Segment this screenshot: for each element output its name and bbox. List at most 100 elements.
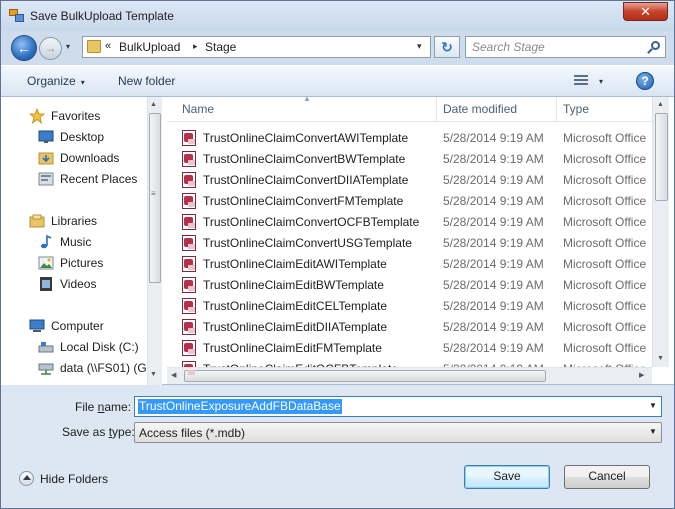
file-row[interactable]: TrustOnlineClaimEditCELTemplate 5/28/2014… (167, 296, 652, 317)
sidebar-item-network-drive[interactable]: data (\\FS01) (G: (38, 359, 150, 377)
save-as-type-value: Access files (*.mdb) (139, 426, 246, 440)
file-date: 5/28/2014 9:19 AM (443, 341, 544, 355)
file-row[interactable]: TrustOnlineClaimConvertAWITemplate 5/28/2… (167, 128, 652, 149)
access-file-icon (182, 256, 196, 272)
address-dropdown-arrow[interactable]: ▾ (417, 41, 422, 52)
sidebar-item-videos[interactable]: Videos (38, 275, 96, 293)
column-name[interactable]: Name (182, 102, 214, 116)
search-placeholder: Search Stage (472, 40, 545, 54)
sidebar-item-label: data (\\FS01) (G: (60, 361, 151, 375)
address-bar[interactable]: « BulkUpload ▸ Stage ▾ (82, 36, 431, 58)
file-row[interactable]: TrustOnlineClaimConvertOCFBTemplate 5/28/… (167, 212, 652, 233)
breadcrumb-stage[interactable]: Stage (205, 40, 236, 54)
sidebar-favorites[interactable]: Favorites (28, 107, 101, 125)
column-type[interactable]: Type (563, 102, 589, 116)
chevron-down-icon[interactable]: ▼ (649, 427, 657, 436)
breadcrumb-overflow[interactable]: « (105, 40, 111, 52)
sidebar-computer[interactable]: Computer (29, 317, 104, 335)
forward-button[interactable]: → (39, 37, 62, 60)
save-as-type-select[interactable]: Access files (*.mdb) ▼ (134, 422, 662, 443)
hide-folders-label: Hide Folders (40, 471, 109, 486)
scroll-left-arrow[interactable]: ◀ (171, 371, 176, 379)
scroll-down-arrow[interactable]: ▼ (657, 355, 664, 362)
file-type: Microsoft Office (563, 131, 647, 145)
file-name: TrustOnlineClaimEditDIIATemplate (203, 320, 388, 334)
scroll-grip-icon: ≡ (151, 189, 156, 198)
recent-pages-dropdown[interactable]: ▾ (66, 42, 76, 52)
back-button[interactable]: ← (11, 35, 37, 61)
file-type: Microsoft Office (563, 257, 647, 271)
save-button[interactable]: Save (464, 465, 550, 489)
close-button[interactable]: ✕ (623, 2, 668, 21)
breadcrumb-separator[interactable]: ▸ (193, 41, 198, 52)
scrollbar-thumb[interactable] (149, 113, 161, 283)
file-list-vertical-scrollbar[interactable]: ▲ ▼ (652, 97, 669, 367)
navigation-scrollbar[interactable]: ▲ ≡ ▼ (147, 97, 162, 385)
sidebar-item-recent-places[interactable]: Recent Places (38, 170, 137, 188)
cancel-button[interactable]: Cancel (564, 465, 650, 489)
scrollbar-thumb[interactable] (184, 370, 546, 382)
file-date: 5/28/2014 9:19 AM (443, 278, 544, 292)
refresh-button[interactable]: ↻ (434, 36, 460, 58)
sidebar-item-downloads[interactable]: Downloads (38, 149, 119, 167)
sidebar-item-label: Videos (60, 277, 97, 291)
music-icon (38, 234, 54, 250)
file-row[interactable]: TrustOnlineClaimConvertDIIATemplate 5/28/… (167, 170, 652, 191)
access-file-icon (182, 130, 196, 146)
organize-button[interactable]: Organize ▾ (27, 74, 85, 88)
scroll-up-arrow[interactable]: ▲ (657, 101, 664, 108)
file-type: Microsoft Office (563, 236, 647, 250)
file-type: Microsoft Office (563, 173, 647, 187)
sidebar-item-desktop[interactable]: Desktop (38, 128, 104, 146)
save-as-type-label: Save as type: (62, 425, 135, 439)
file-row[interactable]: TrustOnlineClaimEditFMTemplate 5/28/2014 … (167, 338, 652, 359)
sidebar-favorites-label: Favorites (51, 109, 101, 123)
access-file-icon (182, 172, 196, 188)
breadcrumb-bulkupload[interactable]: BulkUpload (119, 40, 180, 54)
scroll-down-arrow[interactable]: ▼ (150, 371, 157, 378)
file-row[interactable]: TrustOnlineClaimEditDIIATemplate 5/28/201… (167, 317, 652, 338)
window-title: Save BulkUpload Template (30, 9, 174, 23)
sidebar-item-pictures[interactable]: Pictures (38, 254, 103, 272)
file-date: 5/28/2014 9:19 AM (443, 236, 544, 250)
file-name-input[interactable]: TrustOnlineExposureAddFBDataBase ▼ (134, 396, 662, 417)
file-row[interactable]: TrustOnlineClaimConvertUSGTemplate 5/28/2… (167, 233, 652, 254)
file-name: TrustOnlineClaimEditFMTemplate (203, 341, 382, 355)
file-name-label: File name: (75, 400, 132, 414)
sidebar-item-local-disk[interactable]: Local Disk (C:) (38, 338, 139, 356)
column-date-modified[interactable]: Date modified (443, 102, 517, 116)
file-date: 5/28/2014 9:19 AM (443, 320, 544, 334)
hide-folders-button[interactable]: Hide Folders (19, 471, 108, 486)
scrollbar-thumb[interactable] (655, 113, 668, 201)
help-icon[interactable]: ? (636, 72, 654, 90)
libraries-icon (29, 213, 45, 229)
search-icon[interactable] (646, 40, 662, 56)
access-file-icon (182, 277, 196, 293)
views-icon[interactable] (574, 75, 590, 87)
scroll-right-arrow[interactable]: ▶ (639, 371, 644, 379)
file-type: Microsoft Office (563, 320, 647, 334)
column-divider[interactable] (436, 97, 437, 122)
column-divider[interactable] (556, 97, 557, 122)
file-row[interactable]: TrustOnlineClaimConvertBWTemplate 5/28/20… (167, 149, 652, 170)
file-date: 5/28/2014 9:19 AM (443, 173, 544, 187)
sidebar-libraries[interactable]: Libraries (29, 212, 97, 230)
new-folder-button[interactable]: New folder (118, 74, 175, 88)
file-type: Microsoft Office (563, 299, 647, 313)
file-list: ▲ Name Date modified Type TrustOnlineCla… (167, 97, 674, 385)
sidebar-libraries-label: Libraries (51, 214, 98, 228)
file-row[interactable]: TrustOnlineClaimEditAWITemplate 5/28/2014… (167, 254, 652, 275)
sidebar-item-music[interactable]: Music (38, 233, 91, 251)
access-file-icon (182, 298, 196, 314)
file-type: Microsoft Office (563, 152, 647, 166)
views-dropdown-arrow[interactable]: ▾ (599, 77, 603, 86)
videos-icon (38, 276, 54, 292)
app-icon (9, 9, 25, 23)
search-input[interactable]: Search Stage (465, 36, 666, 58)
file-row[interactable]: TrustOnlineClaimConvertFMTemplate 5/28/20… (167, 191, 652, 212)
file-row[interactable]: TrustOnlineClaimEditBWTemplate 5/28/2014 … (167, 275, 652, 296)
file-list-horizontal-scrollbar[interactable]: ◀ ▶ (167, 367, 652, 384)
downloads-folder-icon (38, 150, 54, 166)
scroll-up-arrow[interactable]: ▲ (150, 101, 157, 108)
chevron-down-icon[interactable]: ▼ (649, 401, 657, 410)
